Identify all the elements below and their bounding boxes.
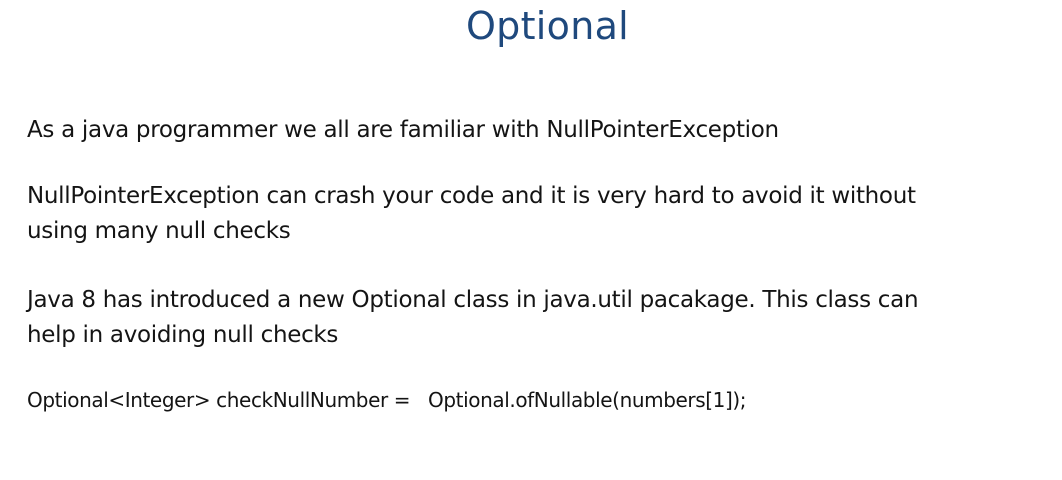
paragraph-line: help in avoiding null checks <box>27 322 339 348</box>
paragraph-npe-crash: NullPointerException can crash your code… <box>27 179 916 249</box>
slide-title: Optional <box>465 4 630 48</box>
paragraph-line: As a java programmer we all are familiar… <box>27 117 779 143</box>
paragraph-line: NullPointerException can crash your code… <box>27 183 916 209</box>
paragraph-line: Java 8 has introduced a new Optional cla… <box>27 287 919 313</box>
slide: Optional As a java programmer we all are… <box>0 0 1062 480</box>
code-example: Optional<Integer> checkNullNumber = Opti… <box>27 388 747 412</box>
paragraph-java8-optional: Java 8 has introduced a new Optional cla… <box>27 283 919 353</box>
paragraph-npe-familiar: As a java programmer we all are familiar… <box>27 113 779 148</box>
paragraph-line: using many null checks <box>27 218 291 244</box>
